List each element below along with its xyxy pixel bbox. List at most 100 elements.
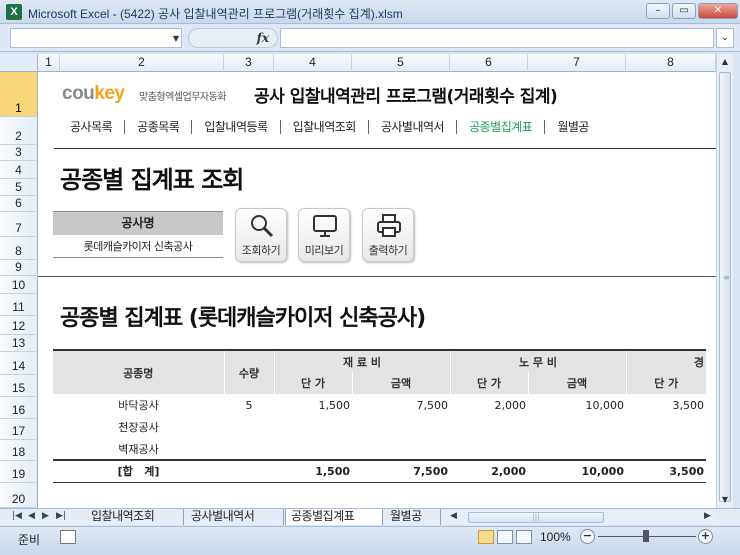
excel-app-icon[interactable]: X bbox=[6, 4, 22, 20]
scroll-right-icon[interactable]: ▶ bbox=[704, 511, 711, 521]
print-button[interactable]: 출력하기 bbox=[362, 208, 414, 262]
cell-lab-unit[interactable] bbox=[450, 416, 528, 438]
cell-exp-unit[interactable]: 3,500 bbox=[626, 394, 706, 416]
zoom-slider-thumb[interactable] bbox=[643, 530, 649, 542]
row-header[interactable]: 11 bbox=[0, 294, 38, 316]
nav-item-trade-list[interactable]: 공종목록 bbox=[125, 120, 193, 134]
chevron-down-icon[interactable]: ▼ bbox=[173, 34, 179, 43]
first-sheet-icon[interactable]: |◀ bbox=[12, 511, 22, 521]
row-header[interactable]: 2 bbox=[0, 117, 38, 145]
cell-exp-unit[interactable] bbox=[626, 416, 706, 438]
nav-item-project-list[interactable]: 공사목록 bbox=[58, 120, 126, 134]
total-lab-amount[interactable]: 10,000 bbox=[528, 459, 626, 483]
total-label[interactable]: [합 계] bbox=[53, 459, 224, 483]
total-mat-amount[interactable]: 7,500 bbox=[352, 459, 450, 483]
row-header[interactable]: 12 bbox=[0, 316, 38, 335]
column-header[interactable]: 7 bbox=[528, 54, 626, 72]
name-box[interactable]: ▼ bbox=[10, 28, 182, 48]
cell-qty[interactable] bbox=[224, 416, 274, 438]
fx-icon[interactable]: fx bbox=[257, 31, 269, 45]
row-header[interactable]: 15 bbox=[0, 375, 38, 397]
cell-lab-unit[interactable] bbox=[450, 438, 528, 460]
row-header[interactable]: 18 bbox=[0, 440, 38, 461]
horizontal-scrollbar[interactable]: ◀ ||| ▶ bbox=[448, 511, 716, 524]
row-header[interactable]: 7 bbox=[0, 212, 38, 237]
scroll-up-icon[interactable]: ▲ bbox=[717, 54, 733, 70]
sheet-tab-bid-search[interactable]: 입찰내역조회 bbox=[86, 509, 184, 525]
sheet-tab-monthly[interactable]: 월별공 bbox=[385, 509, 441, 525]
nav-item-project-statement[interactable]: 공사별내역서 bbox=[369, 120, 458, 134]
select-all-corner[interactable] bbox=[0, 54, 38, 72]
search-button[interactable]: 조회하기 bbox=[235, 208, 287, 262]
row-header[interactable]: 10 bbox=[0, 276, 38, 294]
column-header[interactable]: 2 bbox=[60, 54, 224, 72]
cell-lab-amount[interactable] bbox=[528, 416, 626, 438]
column-header[interactable]: 4 bbox=[274, 54, 352, 72]
prev-sheet-icon[interactable]: ◀ bbox=[28, 511, 35, 521]
horizontal-scroll-thumb[interactable]: ||| bbox=[468, 512, 604, 523]
row-header[interactable]: 1 bbox=[0, 72, 38, 117]
nav-item-trade-summary[interactable]: 공종별집계표 bbox=[457, 120, 546, 134]
total-lab-unit[interactable]: 2,000 bbox=[450, 459, 528, 483]
cell-lab-amount[interactable]: 10,000 bbox=[528, 394, 626, 416]
row-header[interactable]: 20 bbox=[0, 483, 38, 508]
page-break-view-icon[interactable] bbox=[516, 530, 532, 544]
cell-trade[interactable]: 벽재공사 bbox=[53, 438, 224, 460]
restore-button[interactable]: ▭ bbox=[672, 3, 696, 19]
cell-mat-amount[interactable] bbox=[352, 416, 450, 438]
row-header[interactable]: 19 bbox=[0, 461, 38, 483]
zoom-level[interactable]: 100% bbox=[540, 530, 571, 544]
row-header[interactable]: 17 bbox=[0, 419, 38, 440]
row-header[interactable]: 5 bbox=[0, 179, 38, 196]
row-header[interactable]: 3 bbox=[0, 145, 38, 161]
cell-trade[interactable]: 천장공사 bbox=[53, 416, 224, 438]
zoom-out-icon[interactable]: − bbox=[580, 529, 595, 544]
close-button[interactable]: ✕ bbox=[698, 3, 738, 19]
row-header[interactable]: 16 bbox=[0, 397, 38, 419]
cell-lab-amount[interactable] bbox=[528, 438, 626, 460]
total-mat-unit[interactable]: 1,500 bbox=[274, 459, 352, 483]
page-layout-view-icon[interactable] bbox=[497, 530, 513, 544]
total-qty[interactable] bbox=[224, 459, 274, 483]
last-sheet-icon[interactable]: ▶| bbox=[56, 511, 66, 521]
row-header[interactable]: 6 bbox=[0, 196, 38, 212]
preview-button[interactable]: 미리보기 bbox=[298, 208, 350, 262]
vertical-scroll-thumb[interactable]: ≡ bbox=[719, 72, 731, 502]
row-header[interactable]: 13 bbox=[0, 335, 38, 352]
column-header[interactable]: 5 bbox=[352, 54, 450, 72]
nav-item-monthly[interactable]: 월별공 bbox=[545, 120, 601, 134]
column-header[interactable]: 8 bbox=[626, 54, 716, 72]
normal-view-icon[interactable] bbox=[478, 530, 494, 544]
row-header[interactable]: 8 bbox=[0, 237, 38, 260]
next-sheet-icon[interactable]: ▶ bbox=[42, 511, 49, 521]
sheet-tab-project-statement[interactable]: 공사별내역서 bbox=[186, 509, 284, 525]
cell-mat-unit[interactable] bbox=[274, 438, 352, 460]
row-header[interactable]: 9 bbox=[0, 260, 38, 276]
row-header[interactable]: 14 bbox=[0, 352, 38, 375]
row-header[interactable]: 4 bbox=[0, 161, 38, 179]
expand-formula-icon[interactable]: ⌄ bbox=[716, 28, 734, 48]
sheet-tab-trade-summary[interactable]: 공종별집계표 bbox=[285, 509, 383, 525]
worksheet-area[interactable]: coukey 맞춤형엑셀업무자동화 공사 입찰내역관리 프로그램(거래횟수 집계… bbox=[38, 72, 716, 508]
nav-item-bid-register[interactable]: 입찰내역등록 bbox=[192, 120, 281, 134]
minimize-button[interactable]: – bbox=[646, 3, 670, 19]
scroll-down-icon[interactable]: ▼ bbox=[717, 492, 733, 508]
cell-mat-amount[interactable]: 7,500 bbox=[352, 394, 450, 416]
vertical-scrollbar[interactable]: ▲ ≡ ▼ bbox=[716, 54, 733, 508]
cell-qty[interactable]: 5 bbox=[224, 394, 274, 416]
cell-exp-unit[interactable] bbox=[626, 438, 706, 460]
cell-trade[interactable]: 바닥공사 bbox=[53, 394, 224, 416]
total-exp-unit[interactable]: 3,500 bbox=[626, 459, 706, 483]
column-header[interactable]: 1 bbox=[38, 54, 60, 72]
nav-item-bid-search[interactable]: 입찰내역조회 bbox=[281, 120, 369, 134]
cell-mat-unit[interactable] bbox=[274, 416, 352, 438]
cell-lab-unit[interactable]: 2,000 bbox=[450, 394, 528, 416]
cell-mat-unit[interactable]: 1,500 bbox=[274, 394, 352, 416]
column-header[interactable]: 3 bbox=[224, 54, 274, 72]
cell-qty[interactable] bbox=[224, 438, 274, 460]
formula-input[interactable] bbox=[280, 28, 714, 48]
cell-mat-amount[interactable] bbox=[352, 438, 450, 460]
macro-record-icon[interactable] bbox=[60, 530, 76, 544]
zoom-in-icon[interactable]: + bbox=[698, 529, 713, 544]
column-header[interactable]: 6 bbox=[450, 54, 528, 72]
